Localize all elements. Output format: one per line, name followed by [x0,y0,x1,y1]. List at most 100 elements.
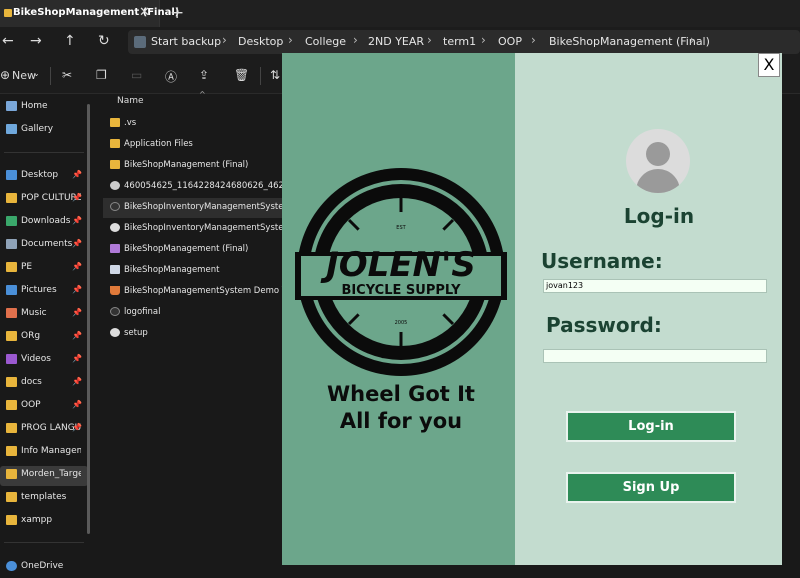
sidebar-item-docs[interactable]: docs 📌 [0,374,88,394]
share-icon[interactable]: ⇪ [199,68,209,82]
sidebar-item-pe[interactable]: PE 📌 [0,259,88,279]
signup-button[interactable]: Sign Up [566,472,736,503]
pin-icon: 📌 [72,285,82,294]
sidebar-item-info-management[interactable]: Info Manageme [0,443,88,463]
pin-icon: 📌 [72,193,82,202]
username-label: Username: [541,249,663,273]
up-arrow-icon[interactable]: ↑ [64,33,76,49]
sidebar-item-prog-language[interactable]: PROG LANGUA 📌 [0,420,88,440]
sidebar-item-desktop[interactable]: Desktop 📌 [0,167,88,187]
list-item[interactable]: .vs [103,114,282,134]
back-arrow-icon[interactable]: ← [2,33,14,49]
breadcrumb-item[interactable]: Desktop [238,35,283,48]
pin-icon: 📌 [72,216,82,225]
new-tab-icon[interactable]: + [170,3,184,23]
breadcrumb-item[interactable]: College [305,35,346,48]
breadcrumb-separator: › [288,33,293,47]
documents-icon [6,239,17,249]
sidebar-item-label: Home [21,101,48,111]
toolbar-divider [50,67,51,85]
pin-icon: 📌 [72,331,82,340]
video-icon [110,286,120,295]
sidebar-item-morden-target[interactable]: Morden_Target_ [0,466,88,486]
sidebar-item-templates[interactable]: templates [0,489,88,509]
folder-icon [4,9,12,17]
tagline: Wheel Got It All for you [327,382,475,433]
sidebar-item-videos[interactable]: Videos 📌 [0,351,88,371]
list-item[interactable]: BikeShopManagement (Final) [103,156,282,176]
gallery-icon [6,124,17,134]
folder-icon [6,377,17,387]
sidebar-item-pictures[interactable]: Pictures 📌 [0,282,88,302]
sidebar-item-label: templates [21,492,67,502]
sidebar-scrollbar[interactable] [87,104,90,534]
refresh-icon[interactable]: ↻ [98,33,110,49]
sidebar-item-documents[interactable]: Documents 📌 [0,236,88,256]
login-button[interactable]: Log-in [566,411,736,442]
sidebar-item-pop-culture[interactable]: POP CULTURE 📌 [0,190,88,210]
password-label: Password: [546,313,662,337]
breadcrumb-item[interactable]: OOP [498,35,522,48]
list-item[interactable]: logofinal [103,303,282,323]
tab-strip: BikeShopManagement (Final) ✕ + [0,0,800,27]
forward-arrow-icon[interactable]: → [30,33,42,49]
list-item[interactable]: BikeShopInventoryManagementSystem_o... [103,219,282,239]
breadcrumb-item[interactable]: 2ND YEAR [368,35,424,48]
breadcrumb-separator: › [531,33,536,47]
logo-est-text: EST [396,225,406,231]
breadcrumb-separator: › [427,33,432,47]
close-button[interactable]: X [758,53,780,77]
list-item[interactable]: BikeShopInventoryManagementSystem [103,198,282,218]
username-field[interactable]: jovan123 [543,279,767,293]
delete-icon[interactable]: 🗑 [234,68,249,82]
tab-close-icon[interactable]: ✕ [139,5,150,20]
list-item[interactable]: BikeShopManagementSystem Demo Vid... [103,282,282,302]
password-field[interactable] [543,349,767,363]
rename-icon[interactable]: Ⓐ [165,68,177,85]
navigation-pane: Home Gallery Desktop 📌 POP CULTURE 📌 Dow… [0,94,95,574]
sidebar-item-home[interactable]: Home [0,98,88,118]
list-item[interactable]: BikeShopManagement (Final) [103,240,282,260]
sidebar-item-gallery[interactable]: Gallery [0,121,88,141]
explorer-tab[interactable]: BikeShopManagement (Final) ✕ [0,0,179,27]
folder-icon [6,193,17,203]
breadcrumb-item[interactable]: term1 [443,35,476,48]
breadcrumb-item[interactable]: Start backup [151,35,221,48]
sidebar-item-org[interactable]: ORg 📌 [0,328,88,348]
pin-icon: 📌 [72,170,82,179]
folder-icon [6,446,17,456]
sidebar-item-onedrive[interactable]: OneDrive [0,558,88,578]
logo-brand-text: JOLEN'S [320,245,476,285]
bicycle-gear-logo-icon: JOLEN'S BICYCLE SUPPLY EST 2005 [295,168,507,376]
cut-icon[interactable]: ✂ [62,68,72,82]
login-window: JOLEN'S BICYCLE SUPPLY EST 2005 Wheel Go… [282,53,782,565]
sort-icon[interactable]: ⇅ [270,68,280,82]
pin-icon: 📌 [72,354,82,363]
pin-icon: 📌 [72,308,82,317]
new-plus-icon[interactable]: ⊕ [0,68,10,82]
solution-icon [110,244,120,253]
sidebar-item-downloads[interactable]: Downloads 📌 [0,213,88,233]
sidebar-item-music[interactable]: Music 📌 [0,305,88,325]
music-icon [6,308,17,318]
sidebar-item-oop[interactable]: OOP 📌 [0,397,88,417]
folder-icon [110,160,120,169]
pin-icon: 📌 [72,423,82,432]
list-item[interactable]: Application Files [103,135,282,155]
app-icon [110,223,120,232]
list-item[interactable]: 460054625_1164228424680626_4627772... [103,177,282,197]
breadcrumb-separator: › [353,33,358,47]
file-name: BikeShopManagement (Final) [124,160,249,170]
breadcrumb-separator: › [481,33,486,47]
breadcrumb[interactable]: Start backup › Desktop › College › 2ND Y… [128,30,800,54]
breadcrumb-item[interactable]: BikeShopManagement (Final) [549,35,710,48]
sidebar-item-xampp[interactable]: xampp [0,512,88,532]
paste-icon[interactable]: ▭ [131,68,142,82]
list-item[interactable]: BikeShopManagement [103,261,282,281]
folder-icon [6,423,17,433]
cloud-icon [6,561,17,571]
chevron-down-icon[interactable]: ⌄ [33,69,40,78]
column-header-name[interactable]: Name [117,96,144,106]
copy-icon[interactable]: ❐ [96,68,107,82]
list-item[interactable]: setup [103,324,282,344]
